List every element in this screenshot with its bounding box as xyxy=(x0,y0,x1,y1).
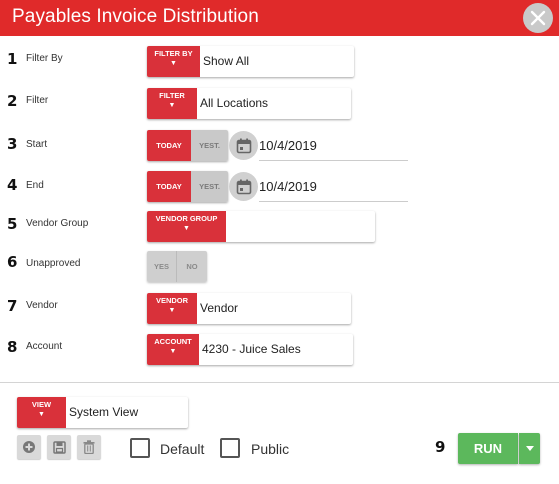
step-number: 7 xyxy=(7,297,18,315)
run-button[interactable]: RUN xyxy=(458,433,518,464)
vendor-button[interactable]: VENDOR ▼ xyxy=(147,293,197,324)
calendar-icon xyxy=(236,138,251,153)
vendor-group-button[interactable]: VENDOR GROUP ▼ xyxy=(147,211,226,242)
filter-dropdown[interactable]: FILTER ▼ All Locations xyxy=(147,88,351,119)
filter-button[interactable]: FILTER ▼ xyxy=(147,88,197,119)
view-button-label: VIEW xyxy=(31,400,52,409)
save-view-button[interactable] xyxy=(47,435,71,459)
end-row: 4 End TODAY YEST. 10/4/2019 xyxy=(0,171,559,205)
vendor-row: 7 Vendor VENDOR ▼ Vendor xyxy=(0,290,559,324)
account-dropdown[interactable]: ACCOUNT ▼ 4230 - Juice Sales xyxy=(147,334,353,365)
public-label: Public xyxy=(251,441,290,457)
default-label: Default xyxy=(160,441,205,457)
delete-view-button[interactable] xyxy=(77,435,101,459)
close-icon xyxy=(530,10,546,26)
save-icon xyxy=(52,440,66,454)
filter-label: Filter xyxy=(26,95,49,106)
caret-down-icon: ▼ xyxy=(168,102,176,109)
start-calendar-button[interactable] xyxy=(229,131,258,160)
default-checkbox[interactable] xyxy=(130,438,150,458)
caret-down-icon: ▼ xyxy=(169,348,177,355)
account-label: Account xyxy=(26,341,63,352)
filter-value[interactable]: All Locations xyxy=(197,88,269,119)
vendor-group-label: Vendor Group xyxy=(26,218,89,229)
start-yesterday-button[interactable]: YEST. xyxy=(191,130,228,161)
public-checkbox[interactable] xyxy=(220,438,240,458)
add-view-button[interactable] xyxy=(17,435,41,459)
step-number: 3 xyxy=(7,135,18,153)
account-button[interactable]: ACCOUNT ▼ xyxy=(147,334,199,365)
step-number: 4 xyxy=(7,176,18,194)
step-number: 2 xyxy=(7,92,18,110)
step-number: 1 xyxy=(7,50,18,68)
end-quick-date: TODAY YEST. xyxy=(147,171,228,202)
view-button[interactable]: VIEW ▼ xyxy=(17,397,66,428)
filter-by-value[interactable]: Show All xyxy=(200,46,250,77)
unapproved-toggle: YES NO xyxy=(147,251,207,282)
view-dropdown[interactable]: VIEW ▼ System View xyxy=(17,397,188,428)
start-label: Start xyxy=(26,139,48,150)
account-button-label: ACCOUNT xyxy=(154,337,192,346)
filter-by-row: 1 Filter By FILTER BY ▼ Show All xyxy=(0,43,559,77)
section-divider xyxy=(0,382,559,383)
caret-down-icon: ▼ xyxy=(183,225,190,232)
caret-down-icon: ▼ xyxy=(38,411,45,418)
vendor-label: Vendor xyxy=(26,300,58,311)
title-bar: Payables Invoice Distribution xyxy=(0,0,559,36)
vendor-group-button-label: VENDOR GROUP xyxy=(155,214,218,223)
unapproved-yes-button[interactable]: YES xyxy=(147,251,177,282)
run-options-button[interactable] xyxy=(519,433,540,464)
end-date-input[interactable]: 10/4/2019 xyxy=(259,171,408,202)
unapproved-row: 6 Unapproved YES NO xyxy=(0,251,559,285)
caret-down-icon: ▼ xyxy=(168,307,176,314)
start-date-input[interactable]: 10/4/2019 xyxy=(259,130,408,161)
end-label: End xyxy=(26,180,44,191)
end-calendar-button[interactable] xyxy=(229,172,258,201)
vendor-value[interactable]: Vendor xyxy=(197,293,239,324)
step-number: 6 xyxy=(7,253,18,271)
caret-down-icon: ▼ xyxy=(170,60,177,67)
account-row: 8 Account ACCOUNT ▼ 4230 - Juice Sales xyxy=(0,331,559,365)
end-today-button[interactable]: TODAY xyxy=(147,171,191,202)
dialog-title: Payables Invoice Distribution xyxy=(12,6,259,27)
vendor-dropdown[interactable]: VENDOR ▼ Vendor xyxy=(147,293,351,324)
filter-by-dropdown[interactable]: FILTER BY ▼ Show All xyxy=(147,46,354,77)
step-number: 9 xyxy=(435,438,446,456)
close-button[interactable] xyxy=(523,3,553,33)
start-row: 3 Start TODAY YEST. 10/4/2019 xyxy=(0,130,559,164)
unapproved-label: Unapproved xyxy=(26,258,81,269)
vendor-group-dropdown[interactable]: VENDOR GROUP ▼ xyxy=(147,211,375,242)
filter-by-label: Filter By xyxy=(26,53,63,64)
plus-icon xyxy=(23,441,35,453)
filter-by-button-label: FILTER BY xyxy=(154,49,193,58)
vendor-group-row: 5 Vendor Group VENDOR GROUP ▼ xyxy=(0,208,559,242)
vendor-group-value[interactable] xyxy=(226,211,229,242)
filter-row: 2 Filter FILTER ▼ All Locations xyxy=(0,85,559,119)
start-quick-date: TODAY YEST. xyxy=(147,130,228,161)
calendar-icon xyxy=(236,179,251,194)
view-value[interactable]: System View xyxy=(66,397,139,428)
account-value[interactable]: 4230 - Juice Sales xyxy=(199,334,301,365)
vendor-button-label: VENDOR xyxy=(155,296,189,305)
trash-icon xyxy=(83,440,95,454)
step-number: 5 xyxy=(7,215,18,233)
filter-by-button[interactable]: FILTER BY ▼ xyxy=(147,46,200,77)
unapproved-no-button[interactable]: NO xyxy=(177,251,207,282)
end-yesterday-button[interactable]: YEST. xyxy=(191,171,228,202)
start-today-button[interactable]: TODAY xyxy=(147,130,191,161)
step-number: 8 xyxy=(7,338,18,356)
caret-down-icon xyxy=(525,446,534,451)
filter-button-label: FILTER xyxy=(159,91,185,100)
